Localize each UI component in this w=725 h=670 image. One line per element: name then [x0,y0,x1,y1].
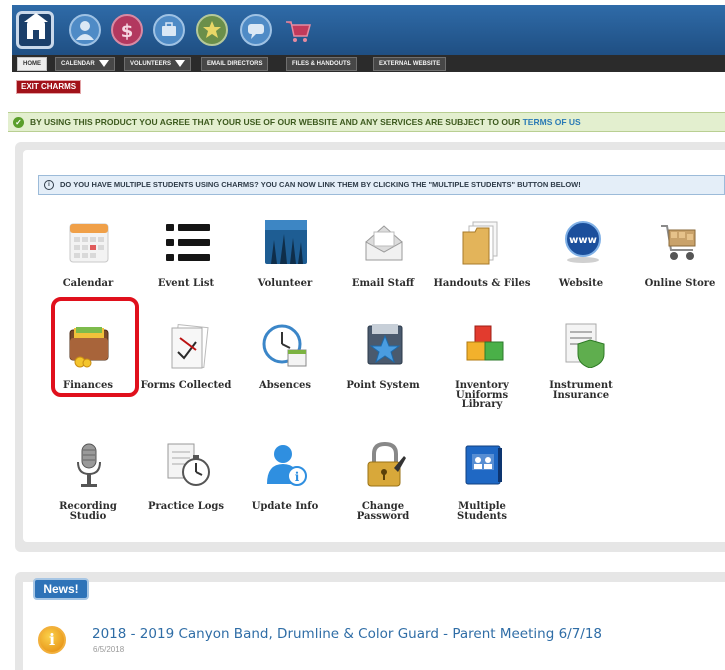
nav-bar: HOME CALENDAR VOLUNTEERS EMAIL DIRECTORS… [12,55,725,72]
tile-label: Handouts & Files [433,278,531,289]
terms-text: BY USING THIS PRODUCT YOU AGREE THAT YOU… [30,117,521,127]
shopping-cart-icon[interactable] [659,220,701,268]
tab-email-directors[interactable]: EMAIL DIRECTORS [201,57,269,71]
dollar-icon[interactable]: $ [111,14,143,46]
terms-link[interactable]: TERMS OF US [523,117,581,127]
envelope-icon[interactable] [362,220,406,268]
tile-handouts-files[interactable]: Handouts & Files [432,279,532,289]
tile-inventory[interactable]: Inventory Uniforms Library [432,381,532,410]
finances-highlight [51,297,139,397]
home-icon[interactable] [16,11,54,49]
chevron-down-icon [175,59,186,67]
news-tab: News! [33,578,89,600]
tab-calendar[interactable]: CALENDAR [55,57,115,71]
tile-recording-studio[interactable]: Recording Studio [38,501,138,522]
calendar-icon[interactable] [68,220,110,268]
shield-document-icon[interactable] [562,322,608,372]
globe-icon[interactable]: www [562,220,604,268]
star-book-icon[interactable] [362,322,408,372]
tile-label: Point System [346,380,420,391]
tab-external-website[interactable]: EXTERNAL WEBSITE [373,57,447,71]
chevron-down-icon [98,59,109,67]
tile-change-password[interactable]: Change Password [333,501,433,522]
tab-home[interactable]: HOME [17,57,47,71]
chat-icon[interactable] [240,14,272,46]
clock-icon[interactable] [262,322,308,372]
exit-charms-button[interactable]: EXIT CHARMS [16,80,82,94]
svg-text:$: $ [121,21,134,42]
tile-label: Email Staff [351,278,415,289]
padlock-icon[interactable] [364,441,406,492]
tile-instrument-insurance[interactable]: Instrument Insurance [531,380,631,401]
tab-files-handouts[interactable]: FILES & HANDOUTS [286,57,357,71]
tile-label: Calendar [62,278,114,289]
tile-update-info[interactable]: Update Info [235,502,335,512]
news-item-title[interactable]: 2018 - 2019 Canyon Band, Drumline & Colo… [92,626,602,642]
tile-practice-logs[interactable]: Practice Logs [136,502,236,512]
microphone-icon[interactable] [74,442,104,492]
tile-label: Website [558,278,604,289]
user-info-icon[interactable]: i [265,442,307,492]
tile-label: Change Password [356,501,410,522]
tile-label: Online Store [644,278,716,289]
info-banner: i DO YOU HAVE MULTIPLE STUDENTS USING CH… [38,175,725,195]
tile-label: Volunteer [257,278,313,289]
tile-absences[interactable]: Absences [235,381,335,391]
tile-multiple-students[interactable]: Multiple Students [432,501,532,522]
volunteer-hands-icon[interactable] [265,220,307,268]
tile-volunteer[interactable]: Volunteer [235,279,335,289]
tile-label: Update Info [251,501,319,512]
tile-label: Forms Collected [140,380,232,391]
tab-volunteers-label: VOLUNTEERS [130,61,172,67]
tile-online-store[interactable]: Online Store [630,279,725,289]
tile-email-staff[interactable]: Email Staff [333,279,433,289]
tile-label: Instrument Insurance [549,380,613,401]
svg-text:i: i [295,470,300,484]
tile-label: Event List [157,278,215,289]
terms-banner: ✓ BY USING THIS PRODUCT YOU AGREE THAT Y… [8,112,725,132]
tile-label: Practice Logs [147,501,225,512]
folder-icon[interactable] [461,220,501,270]
info-text: DO YOU HAVE MULTIPLE STUDENTS USING CHAR… [60,180,581,189]
tile-event-list[interactable]: Event List [136,279,236,289]
tile-label: Inventory Uniforms Library [455,380,509,410]
svg-text:www: www [569,235,597,246]
cubes-icon[interactable] [461,322,507,372]
list-icon[interactable] [166,222,210,268]
stopwatch-icon[interactable] [166,442,212,492]
tile-label: Multiple Students [457,501,507,522]
tile-label: Recording Studio [59,501,117,522]
tab-volunteers[interactable]: VOLUNTEERS [124,57,192,71]
students-book-icon[interactable] [462,442,504,492]
tile-label: Absences [258,380,312,391]
tile-calendar[interactable]: Calendar [38,279,138,289]
tile-point-system[interactable]: Point System [333,381,433,391]
briefcase-icon[interactable] [153,14,185,46]
star-icon[interactable] [196,14,228,46]
tab-calendar-label: CALENDAR [61,61,95,67]
top-icon-bar: $ [12,5,725,55]
check-icon: ✓ [13,117,24,128]
news-item-date: 6/5/2018 [93,645,125,654]
info-icon: i [44,180,54,190]
user-icon[interactable] [69,14,101,46]
tile-forms-collected[interactable]: Forms Collected [136,381,236,391]
info-icon: i [38,626,66,654]
tile-website[interactable]: Website [531,279,631,289]
forms-clipboard-icon[interactable] [166,323,210,374]
cart-icon[interactable] [282,14,314,46]
